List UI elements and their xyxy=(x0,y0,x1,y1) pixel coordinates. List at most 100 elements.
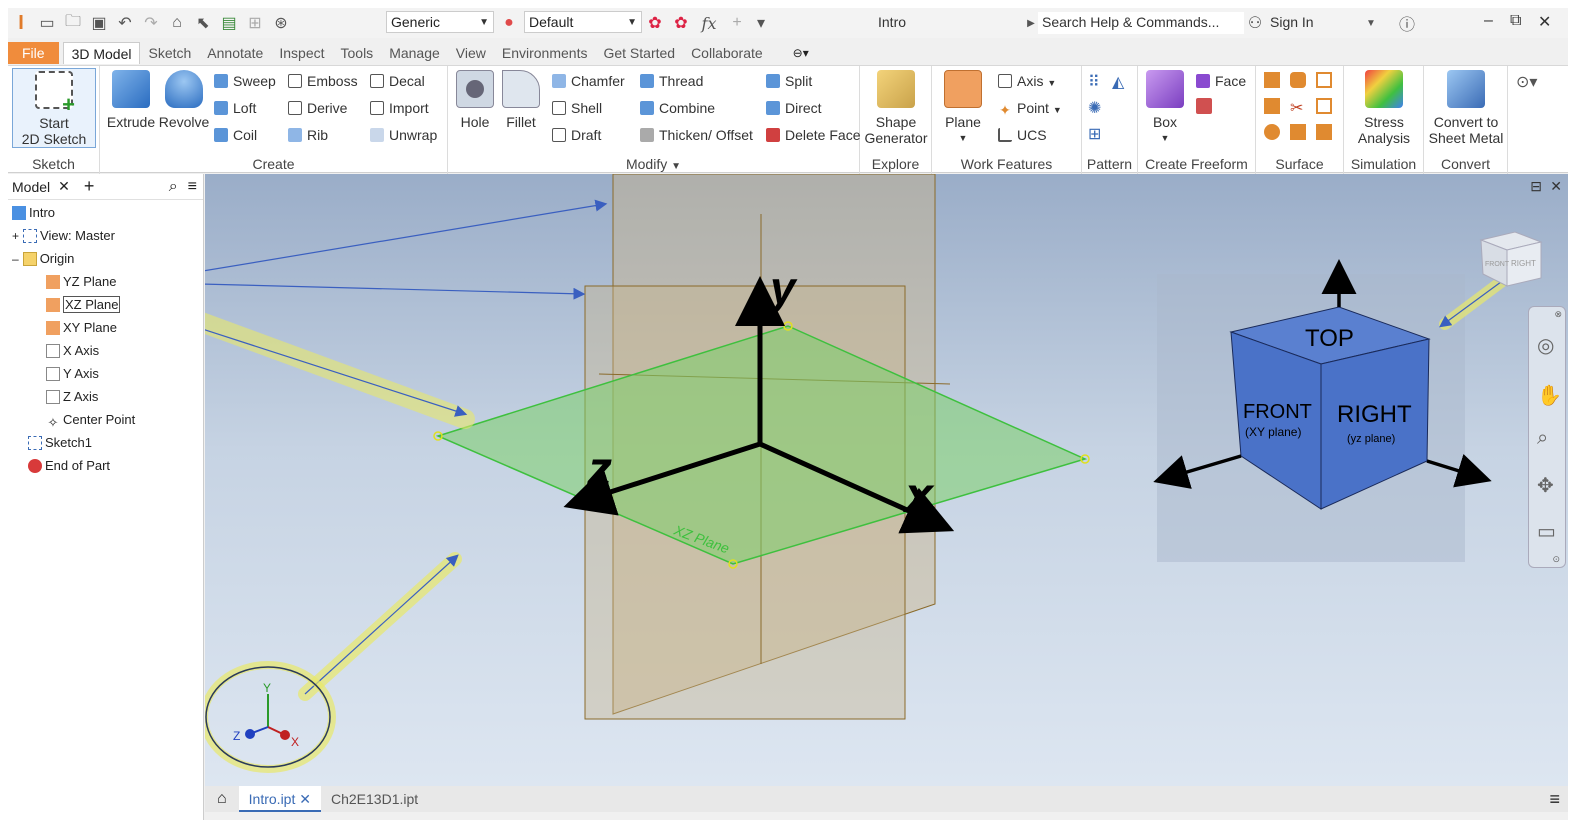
tree-item-center-point[interactable]: ✧ Center Point xyxy=(46,410,136,430)
tab-get-started[interactable]: Get Started xyxy=(595,42,683,64)
user-icon[interactable]: ⚇ xyxy=(1242,10,1268,36)
tree-item-y-axis[interactable]: Y Axis xyxy=(46,364,99,384)
chamfer-button[interactable]: Chamfer xyxy=(552,70,625,92)
tab-collaborate[interactable]: Collaborate xyxy=(683,42,771,64)
steering-wheel-icon[interactable]: ◎ xyxy=(1537,333,1554,358)
browser-tab-model[interactable]: Model xyxy=(12,179,50,195)
draft-button[interactable]: Draft xyxy=(552,124,601,146)
fillet-button[interactable]: Fillet xyxy=(498,70,544,130)
chevron-down-icon[interactable]: ▼ xyxy=(1358,10,1384,36)
clear-appearance-icon[interactable]: ✿ xyxy=(668,10,694,36)
surface-repair-icon[interactable] xyxy=(1290,124,1306,140)
shell-button[interactable]: Shell xyxy=(552,97,602,119)
close-icon[interactable]: ✕ xyxy=(1550,178,1562,195)
menu-icon[interactable]: ≡ xyxy=(1549,789,1560,810)
tree-item-yz-plane[interactable]: YZ Plane xyxy=(46,272,116,292)
orbit-icon[interactable]: ✥ xyxy=(1537,473,1554,498)
tree-item-sketch1[interactable]: Sketch1 xyxy=(28,433,92,453)
split-button[interactable]: Split xyxy=(766,70,812,92)
axis-button[interactable]: Axis ▼ xyxy=(998,70,1056,92)
help-icon[interactable]: ⓘ xyxy=(1394,10,1420,36)
measure-icon[interactable]: ⊞ xyxy=(242,10,268,36)
tab-3d-model[interactable]: 3D Model xyxy=(62,42,141,64)
search-icon[interactable]: ⌕ xyxy=(169,178,178,196)
tree-item-view-master[interactable]: + View: Master xyxy=(12,226,115,246)
circular-pattern-icon[interactable]: ✺ xyxy=(1088,98,1101,118)
surface-ruled-icon[interactable] xyxy=(1264,98,1280,114)
tab-view[interactable]: View xyxy=(448,42,494,64)
save-icon[interactable]: ▣ xyxy=(86,10,112,36)
unwrap-button[interactable]: Unwrap xyxy=(370,124,437,146)
ribbon-options-icon[interactable]: ⊖▾ xyxy=(793,46,809,60)
tab-manage[interactable]: Manage xyxy=(381,42,448,64)
hole-button[interactable]: Hole xyxy=(452,70,498,130)
revolve-button[interactable]: Revolve xyxy=(156,70,212,130)
thicken-offset-button[interactable]: Thicken/ Offset xyxy=(640,124,753,146)
open-folder-icon[interactable]: 🗀 xyxy=(60,10,86,36)
appearance-dropdown[interactable]: Default ▼ xyxy=(524,11,642,33)
close-button[interactable]: ✕ xyxy=(1538,12,1551,32)
extrude-button[interactable]: Extrude xyxy=(106,70,156,130)
undo-icon[interactable]: ↶ xyxy=(112,10,138,36)
home-icon[interactable]: ⌂ xyxy=(205,790,239,808)
surface-replace-icon[interactable] xyxy=(1264,124,1280,140)
sweep-button[interactable]: Sweep xyxy=(214,70,276,92)
help-search-input[interactable]: Search Help & Commands... xyxy=(1038,12,1244,34)
tree-item-x-axis[interactable]: X Axis xyxy=(46,341,99,361)
doc-tab-intro[interactable]: Intro.ipt ✕ xyxy=(238,786,321,812)
material-dropdown[interactable]: Generic ▼ xyxy=(386,11,494,33)
delete-face-button[interactable]: Delete Face xyxy=(766,124,860,146)
select-icon[interactable]: ⬉ xyxy=(190,10,216,36)
menu-icon[interactable]: ≡ xyxy=(188,178,197,196)
decal-button[interactable]: Decal xyxy=(370,70,425,92)
redo-icon[interactable]: ↷ xyxy=(138,10,164,36)
panel-label-modify[interactable]: Modify ▼ xyxy=(448,156,859,172)
minimize-button[interactable]: – xyxy=(1484,12,1493,30)
color-wheel-icon[interactable]: ● xyxy=(496,10,522,36)
loft-button[interactable]: Loft xyxy=(214,97,256,119)
start-2d-sketch-button[interactable]: + Start 2D Sketch xyxy=(12,68,96,148)
tab-tools[interactable]: Tools xyxy=(333,42,382,64)
zoom-icon[interactable]: ⌕ xyxy=(1537,427,1548,450)
ribbon-more-icon[interactable]: ⊙▾ xyxy=(1516,72,1537,92)
rectangular-pattern-icon[interactable]: ⠿ xyxy=(1088,72,1100,92)
surface-fit-icon[interactable] xyxy=(1316,124,1332,140)
pan-icon[interactable]: ✋ xyxy=(1537,383,1562,408)
tree-item-origin[interactable]: – Origin xyxy=(12,249,74,269)
adjust-appearance-icon[interactable]: ✿ xyxy=(642,10,668,36)
customize-icon[interactable]: ⊙ xyxy=(1552,554,1560,565)
tree-item-xz-plane[interactable]: XZ Plane xyxy=(46,295,121,315)
combine-button[interactable]: Combine xyxy=(640,97,715,119)
tab-file[interactable]: File xyxy=(8,42,59,64)
tab-sketch[interactable]: Sketch xyxy=(140,42,199,64)
surface-patch-icon[interactable] xyxy=(1290,72,1306,88)
tree-item-z-axis[interactable]: Z Axis xyxy=(46,387,98,407)
rib-button[interactable]: Rib xyxy=(288,124,328,146)
update-icon[interactable]: ▤ xyxy=(216,10,242,36)
collapse-icon[interactable]: – xyxy=(12,252,19,266)
parameters-icon[interactable]: fx xyxy=(696,10,722,36)
surface-sculpt-icon[interactable] xyxy=(1316,72,1332,88)
tab-annotate[interactable]: Annotate xyxy=(199,42,271,64)
ucs-button[interactable]: UCS xyxy=(998,124,1047,146)
new-file-icon[interactable]: ▭ xyxy=(34,10,60,36)
face-button[interactable]: Face xyxy=(1196,70,1246,92)
graphics-viewport[interactable]: XZ Plane y z x Y X Z TOP FRONT (XY plane… xyxy=(205,174,1568,786)
tab-environments[interactable]: Environments xyxy=(494,42,596,64)
box-button[interactable]: Box ▼ xyxy=(1142,70,1188,146)
coil-button[interactable]: Coil xyxy=(214,124,257,146)
derive-button[interactable]: Derive xyxy=(288,97,347,119)
close-icon[interactable]: ⊗ xyxy=(1554,309,1562,320)
tree-item-xy-plane[interactable]: XY Plane xyxy=(46,318,117,338)
import-button[interactable]: Import xyxy=(370,97,429,119)
mirror-icon[interactable]: ◭ xyxy=(1112,72,1124,92)
restore-button[interactable]: ⧉ xyxy=(1510,12,1521,30)
tree-root[interactable]: Intro xyxy=(12,203,55,223)
direct-button[interactable]: Direct xyxy=(766,97,822,119)
app-logo-icon[interactable]: I xyxy=(8,10,34,36)
customize-icon[interactable]: ▾ xyxy=(748,10,774,36)
expand-icon[interactable]: + xyxy=(12,229,19,243)
surface-trim-icon[interactable]: ✂ xyxy=(1290,98,1303,118)
viewcube[interactable]: FRONT RIGHT xyxy=(1479,231,1543,287)
point-button[interactable]: ✦ Point ▼ xyxy=(998,97,1062,119)
